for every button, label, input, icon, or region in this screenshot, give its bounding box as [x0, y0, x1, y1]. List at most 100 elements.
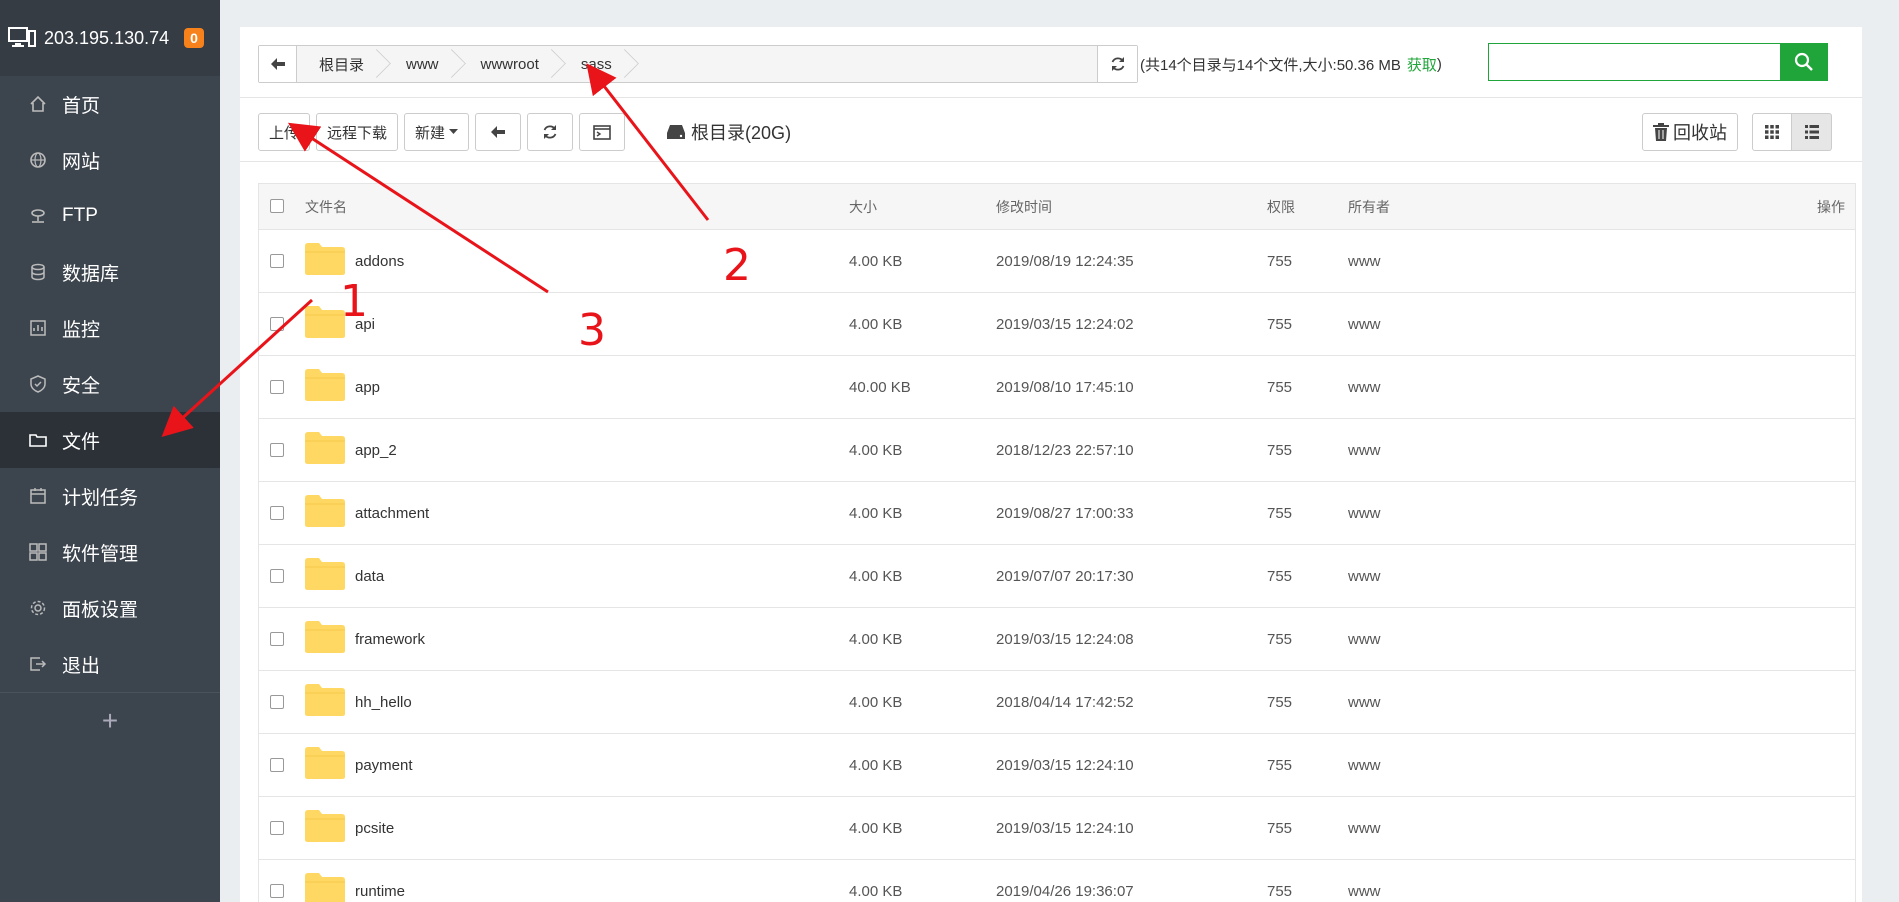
- table-row[interactable]: pcsite 4.00 KB 2019/03/15 12:24:10 755 www: [259, 797, 1855, 860]
- refresh-button[interactable]: [527, 113, 574, 151]
- table-row[interactable]: app 40.00 KB 2019/08/10 17:45:10 755 www: [259, 356, 1855, 419]
- col-perm-header[interactable]: 权限: [1267, 197, 1295, 217]
- file-permission[interactable]: 755: [1267, 379, 1292, 396]
- table-row[interactable]: framework 4.00 KB 2019/03/15 12:24:08 755 ww…: [259, 608, 1855, 671]
- new-dropdown-button[interactable]: 新建: [404, 113, 470, 151]
- file-owner[interactable]: www: [1348, 883, 1381, 900]
- file-permission[interactable]: 755: [1267, 694, 1292, 711]
- sidebar-item-7[interactable]: 计划任务: [0, 468, 220, 524]
- file-permission[interactable]: 755: [1267, 820, 1292, 837]
- file-name[interactable]: hh_hello: [355, 694, 412, 711]
- row-checkbox[interactable]: [270, 317, 284, 331]
- disk-root-link[interactable]: 根目录(20G): [667, 119, 791, 145]
- search-input[interactable]: [1488, 43, 1780, 81]
- table-row[interactable]: addons 4.00 KB 2019/08/19 12:24:35 755 www: [259, 230, 1855, 293]
- col-name-header[interactable]: 文件名: [305, 197, 347, 217]
- recycle-bin-button[interactable]: 回收站: [1642, 113, 1738, 151]
- file-permission[interactable]: 755: [1267, 883, 1292, 900]
- row-checkbox[interactable]: [270, 884, 284, 898]
- breadcrumb-item[interactable]: 根目录: [297, 46, 384, 82]
- file-name-cell[interactable]: pcsite: [305, 809, 394, 847]
- file-permission[interactable]: 755: [1267, 631, 1292, 648]
- file-name[interactable]: attachment: [355, 505, 429, 522]
- file-permission[interactable]: 755: [1267, 253, 1292, 270]
- path-back-button[interactable]: [259, 46, 297, 82]
- sidebar-item-8[interactable]: 软件管理: [0, 524, 220, 580]
- sidebar-item-3[interactable]: 数据库: [0, 244, 220, 300]
- file-name[interactable]: addons: [355, 253, 404, 270]
- server-ip[interactable]: 203.195.130.74: [44, 28, 169, 49]
- file-permission[interactable]: 755: [1267, 316, 1292, 333]
- row-checkbox[interactable]: [270, 821, 284, 835]
- row-checkbox[interactable]: [270, 506, 284, 520]
- file-name[interactable]: runtime: [355, 883, 405, 900]
- file-permission[interactable]: 755: [1267, 442, 1292, 459]
- file-name-cell[interactable]: data: [305, 557, 384, 595]
- file-owner[interactable]: www: [1348, 757, 1381, 774]
- file-name-cell[interactable]: runtime: [305, 872, 405, 902]
- table-row[interactable]: payment 4.00 KB 2019/03/15 12:24:10 755 www: [259, 734, 1855, 797]
- file-name-cell[interactable]: attachment: [305, 494, 429, 532]
- row-checkbox[interactable]: [270, 758, 284, 772]
- select-all-checkbox[interactable]: [270, 199, 284, 213]
- file-permission[interactable]: 755: [1267, 505, 1292, 522]
- file-permission[interactable]: 755: [1267, 757, 1292, 774]
- breadcrumb-item[interactable]: sass: [559, 46, 632, 82]
- file-name-cell[interactable]: addons: [305, 242, 404, 280]
- col-owner-header[interactable]: 所有者: [1348, 197, 1390, 217]
- row-checkbox[interactable]: [270, 443, 284, 457]
- table-row[interactable]: api 4.00 KB 2019/03/15 12:24:02 755 www: [259, 293, 1855, 356]
- breadcrumb-item[interactable]: wwwroot: [459, 46, 559, 82]
- file-name[interactable]: data: [355, 568, 384, 585]
- sidebar-item-1[interactable]: 网站: [0, 132, 220, 188]
- table-row[interactable]: runtime 4.00 KB 2019/04/26 19:36:07 755 www: [259, 860, 1855, 902]
- col-time-header[interactable]: 修改时间: [996, 197, 1052, 217]
- table-row[interactable]: attachment 4.00 KB 2019/08/27 17:00:33 755 w…: [259, 482, 1855, 545]
- file-name[interactable]: app: [355, 379, 380, 396]
- terminal-button[interactable]: [579, 113, 626, 151]
- file-owner[interactable]: www: [1348, 631, 1381, 648]
- sidebar-item-0[interactable]: 首页: [0, 76, 220, 132]
- file-name[interactable]: pcsite: [355, 820, 394, 837]
- sidebar-item-4[interactable]: 监控: [0, 300, 220, 356]
- file-name-cell[interactable]: framework: [305, 620, 425, 658]
- sidebar-item-2[interactable]: FTP: [0, 188, 220, 244]
- table-row[interactable]: hh_hello 4.00 KB 2018/04/14 17:42:52 755 www: [259, 671, 1855, 734]
- fetch-size-link[interactable]: 获取: [1407, 54, 1437, 75]
- row-checkbox[interactable]: [270, 632, 284, 646]
- file-owner[interactable]: www: [1348, 694, 1381, 711]
- back-button[interactable]: [475, 113, 522, 151]
- upload-button[interactable]: 上传: [258, 113, 311, 151]
- row-checkbox[interactable]: [270, 695, 284, 709]
- row-checkbox[interactable]: [270, 254, 284, 268]
- search-button[interactable]: [1780, 43, 1828, 81]
- file-name[interactable]: framework: [355, 631, 425, 648]
- sidebar-item-6[interactable]: 文件: [0, 412, 220, 468]
- file-name-cell[interactable]: app: [305, 368, 380, 406]
- file-permission[interactable]: 755: [1267, 568, 1292, 585]
- table-row[interactable]: app_2 4.00 KB 2018/12/23 22:57:10 755 www: [259, 419, 1855, 482]
- row-checkbox[interactable]: [270, 569, 284, 583]
- file-name-cell[interactable]: app_2: [305, 431, 397, 469]
- sidebar-item-10[interactable]: 退出: [0, 636, 220, 692]
- sidebar-item-9[interactable]: 面板设置: [0, 580, 220, 636]
- notification-badge[interactable]: 0: [184, 28, 204, 48]
- row-checkbox[interactable]: [270, 380, 284, 394]
- file-name-cell[interactable]: hh_hello: [305, 683, 412, 721]
- file-owner[interactable]: www: [1348, 505, 1381, 522]
- add-menu-button[interactable]: +: [0, 692, 220, 748]
- breadcrumb-item[interactable]: www: [384, 46, 459, 82]
- file-owner[interactable]: www: [1348, 442, 1381, 459]
- table-row[interactable]: data 4.00 KB 2019/07/07 20:17:30 755 www: [259, 545, 1855, 608]
- file-owner[interactable]: www: [1348, 316, 1381, 333]
- file-owner[interactable]: www: [1348, 253, 1381, 270]
- file-name[interactable]: app_2: [355, 442, 397, 459]
- path-refresh-button[interactable]: [1097, 46, 1137, 82]
- list-view-button[interactable]: [1792, 113, 1832, 151]
- file-owner[interactable]: www: [1348, 379, 1381, 396]
- file-owner[interactable]: www: [1348, 568, 1381, 585]
- grid-view-button[interactable]: [1752, 113, 1792, 151]
- col-size-header[interactable]: 大小: [849, 197, 877, 217]
- file-owner[interactable]: www: [1348, 820, 1381, 837]
- remote-download-button[interactable]: 远程下载: [316, 113, 399, 151]
